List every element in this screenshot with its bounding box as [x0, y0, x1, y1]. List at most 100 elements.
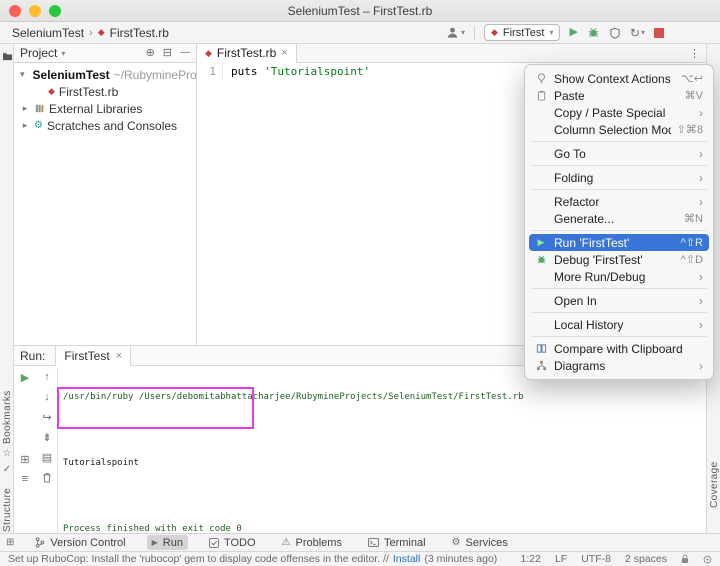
menu-item-copy-paste-special[interactable]: Copy / Paste Special › [529, 104, 709, 121]
menu-item-debug-firsttest[interactable]: Debug 'FirstTest' ^⇧D [529, 251, 709, 268]
caret-position[interactable]: 1:22 [521, 553, 541, 565]
toolbar-item-run[interactable]: ▶ Run [146, 535, 188, 550]
coverage-shield-icon [610, 27, 620, 39]
close-tab-icon[interactable]: × [116, 350, 122, 362]
quick-access-button[interactable]: ⊞ [6, 537, 14, 548]
menu-item-label: Generate... [554, 211, 615, 226]
menu-item-compare-with-clipboard[interactable]: Compare with Clipboard [529, 340, 709, 357]
menu-item-local-history[interactable]: Local History › [529, 316, 709, 333]
menu-item-show-context-actions[interactable]: Show Context Actions ⌥↩ [529, 70, 709, 87]
stop-button[interactable] [654, 27, 664, 38]
coverage-tool-button[interactable]: Coverage [707, 454, 720, 508]
tree-file-label: FirstTest.rb [58, 84, 119, 99]
menu-item-label: Debug 'FirstTest' [554, 252, 643, 267]
down-stack-trace-button[interactable]: ↓ [36, 387, 58, 407]
toolbar-item-version-control[interactable]: Version Control [30, 535, 130, 550]
clear-all-button[interactable] [36, 467, 58, 487]
toolbar-item-terminal[interactable]: Terminal [363, 535, 431, 550]
more-run-actions-button[interactable]: ↻ ▾ [630, 27, 645, 39]
zoom-window-button[interactable] [49, 5, 61, 17]
up-stack-trace-button[interactable]: ↑ [36, 367, 58, 387]
menu-item-column-selection-mode[interactable]: Column Selection Mode ⇧⌘8 [529, 121, 709, 138]
menu-separator [531, 165, 707, 166]
menu-item-folding[interactable]: Folding › [529, 169, 709, 186]
status-time-ago: (3 minutes ago) [424, 553, 498, 565]
print-button[interactable]: ▤ [36, 447, 58, 467]
structure-tool-button[interactable]: Structure [0, 480, 14, 532]
menu-item-label: Go To [554, 146, 586, 161]
breadcrumb-project[interactable]: SeleniumTest [12, 26, 84, 40]
debug-button[interactable] [587, 26, 600, 39]
status-message: Set up RuboCop: Install the 'rubocop' ge… [8, 553, 389, 565]
menu-item-diagrams[interactable]: Diagrams › [529, 357, 709, 374]
menu-item-open-in[interactable]: Open In › [529, 292, 709, 309]
run-console[interactable]: /usr/bin/ruby /Users/debomitabhattacharj… [63, 370, 524, 557]
locate-file-button[interactable]: ⊕ [146, 47, 155, 59]
toolbar-divider [473, 25, 475, 40]
menu-item-paste[interactable]: Paste ⌘V [529, 87, 709, 104]
readonly-lock-icon[interactable] [681, 554, 689, 564]
hide-panel-button[interactable]: — [180, 48, 190, 58]
rerun-button[interactable]: ▶ [14, 367, 36, 387]
tree-collapsed-icon[interactable]: ▸ [20, 120, 30, 131]
indent-style[interactable]: 2 spaces [625, 553, 667, 565]
scroll-to-end-button[interactable]: ⇟ [36, 427, 58, 447]
menu-item-run-firsttest[interactable]: ▶ Run 'FirstTest' ^⇧R [529, 234, 709, 251]
lightbulb-icon [534, 73, 548, 84]
menu-item-go-to[interactable]: Go To › [529, 145, 709, 162]
scratches-label: Scratches and Consoles [46, 118, 178, 133]
editor-options-icon[interactable]: ⋮ [689, 47, 700, 60]
person-icon [447, 27, 458, 38]
tree-row-external-libraries[interactable]: ▸ External Libraries [14, 100, 196, 117]
menu-item-refactor[interactable]: Refactor › [529, 193, 709, 210]
pin-tab-button[interactable]: ≡ [14, 469, 36, 489]
tree-expanded-icon[interactable]: ▾ [20, 69, 25, 80]
run-tab-firsttest[interactable]: FirstTest × [55, 345, 132, 366]
scratches-icon: ⚙ [34, 119, 43, 131]
menu-shortcut: ⌥↩ [681, 73, 703, 85]
submenu-arrow-icon: › [699, 269, 703, 284]
menu-item-more-run-debug[interactable]: More Run/Debug › [529, 268, 709, 285]
toolbar-item-problems[interactable]: ⚠ Problems [277, 535, 347, 550]
tree-row-scratches[interactable]: ▸ ⚙ Scratches and Consoles [14, 117, 196, 134]
clipboard-icon [534, 90, 548, 101]
file-encoding[interactable]: UTF-8 [581, 553, 611, 565]
tree-row-firsttest[interactable]: ◆ FirstTest.rb [14, 83, 196, 100]
close-window-button[interactable] [9, 5, 21, 17]
submenu-arrow-icon: › [699, 194, 703, 209]
favorites-tool-button[interactable]: ☆ [0, 448, 14, 459]
ruby-file-icon: ◆ [48, 86, 55, 96]
external-libraries-label: External Libraries [49, 101, 143, 116]
menu-item-generate[interactable]: Generate... ⌘N [529, 210, 709, 227]
commit-tool-button[interactable]: ✓ [0, 464, 14, 475]
project-root-label: SeleniumTest [32, 67, 110, 82]
status-install-link[interactable]: Install [393, 553, 420, 565]
restore-layout-button[interactable]: ⊞ [14, 449, 36, 469]
inspections-profile-icon[interactable] [703, 555, 712, 564]
run-configuration-select[interactable]: ◆ FirstTest ▾ [483, 24, 561, 41]
menu-separator [531, 230, 707, 231]
user-account-button[interactable]: ▾ [446, 26, 465, 39]
minimize-window-button[interactable] [29, 5, 41, 17]
tree-row-project-root[interactable]: ▾ SeleniumTest ~/RubymineProj [14, 66, 196, 83]
close-tab-icon[interactable]: × [281, 47, 287, 59]
trash-icon [43, 472, 51, 482]
project-view-select[interactable]: Project ▾ [20, 46, 65, 60]
project-tool-button[interactable] [0, 52, 14, 61]
code-line[interactable]: puts 'Tutorialspoint' [223, 63, 370, 80]
project-root-path: ~/RubymineProj [113, 67, 196, 82]
menu-shortcut: ⌘V [684, 90, 703, 102]
toolbar-item-todo[interactable]: TODO [204, 535, 261, 550]
breadcrumb-file[interactable]: FirstTest.rb [110, 26, 169, 40]
menu-item-label: Diagrams [554, 358, 606, 373]
tree-collapsed-icon[interactable]: ▸ [20, 103, 30, 114]
editor-tab-firsttest[interactable]: ◆ FirstTest.rb × [197, 43, 297, 63]
soft-wrap-button[interactable]: ↪ [36, 407, 58, 427]
line-separator[interactable]: LF [555, 553, 567, 565]
run-button[interactable]: ▶ [569, 27, 577, 38]
toolbar-item-services[interactable]: ⚙ Services [447, 535, 513, 550]
project-tree: ▾ SeleniumTest ~/RubymineProj ◆ FirstTes… [14, 63, 196, 134]
collapse-all-button[interactable]: ⊟ [163, 47, 172, 59]
run-with-coverage-button[interactable] [609, 27, 621, 39]
bookmarks-tool-button[interactable]: Bookmarks [0, 386, 14, 444]
